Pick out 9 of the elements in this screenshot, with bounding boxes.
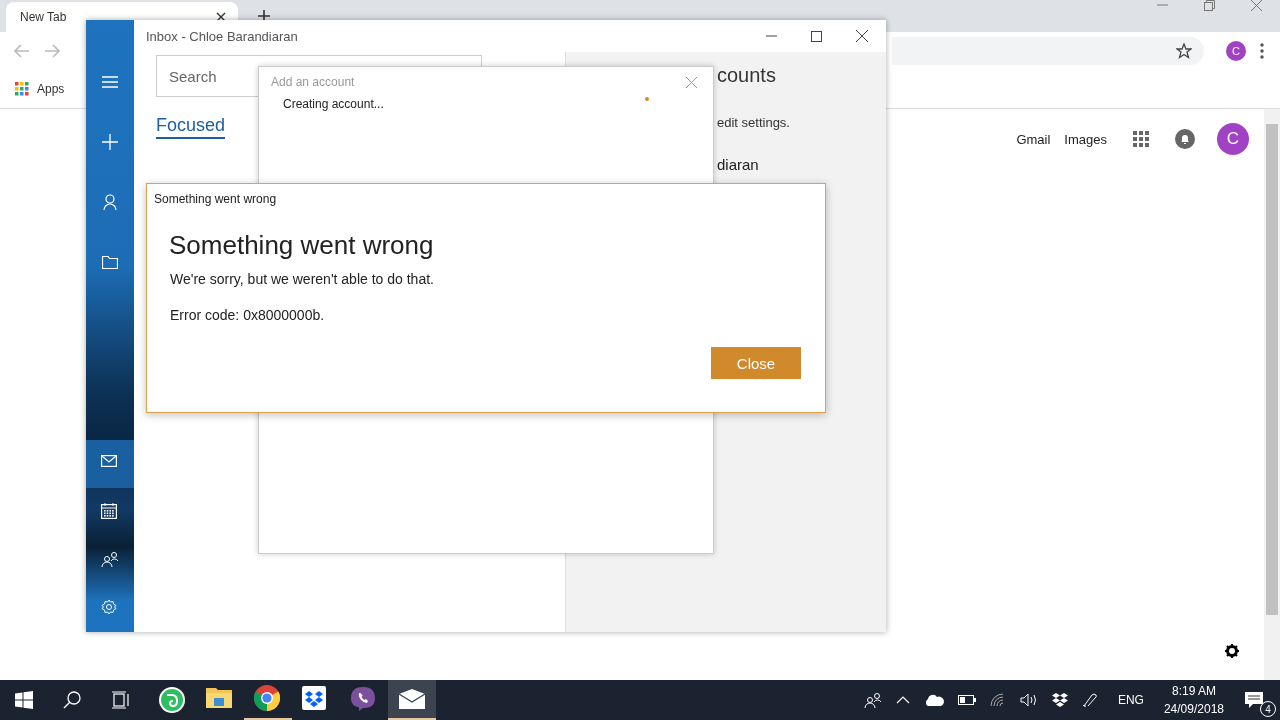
dialog-title: Add an account xyxy=(271,75,355,89)
pane-heading: counts xyxy=(717,64,776,87)
notification-count: 4 xyxy=(1260,701,1276,717)
pane-hint: edit settings. xyxy=(717,115,790,130)
status-text: Creating account... xyxy=(283,97,384,111)
error-heading: Something went wrong xyxy=(169,230,434,261)
error-code: Error code: 0x8000000b. xyxy=(170,307,325,323)
dialog-title: Something went wrong xyxy=(154,192,277,206)
error-message: We're sorry, but we weren't able to do that. xyxy=(170,271,434,287)
